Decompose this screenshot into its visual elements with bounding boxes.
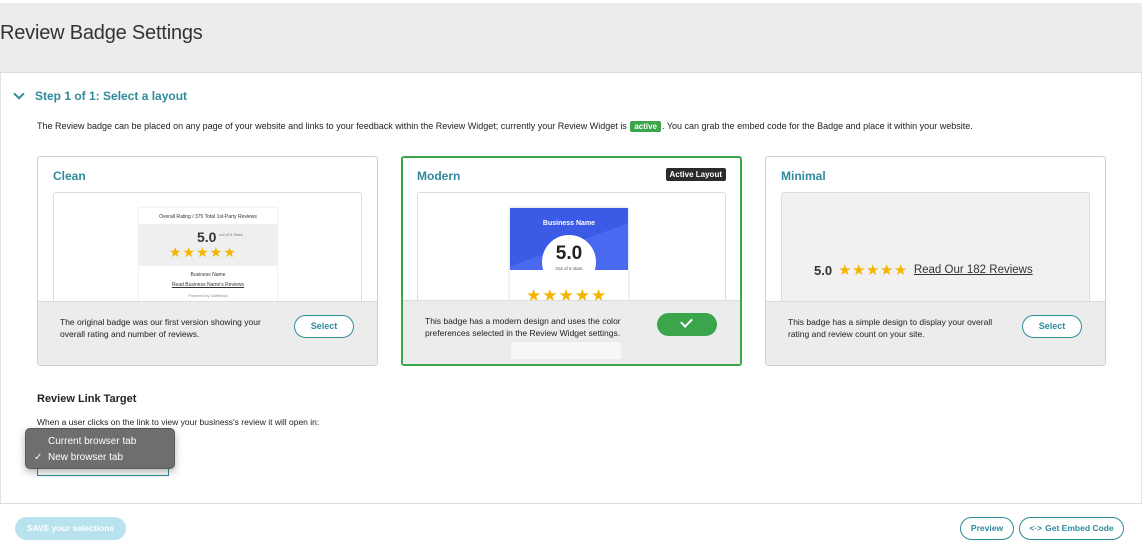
layout-preview-minimal: 5.0 ★★★★★ Read Our 182 Reviews xyxy=(781,192,1090,302)
checkmark-icon xyxy=(680,315,693,328)
status-badge: active xyxy=(630,121,661,132)
code-icon: <·> xyxy=(1029,523,1043,533)
save-selections-button[interactable]: SAVE your selections xyxy=(15,517,126,540)
layout-card-modern[interactable]: Modern Active Layout Business Name 5.0 O… xyxy=(401,156,742,366)
layout-footer: This badge has a simple design to displa… xyxy=(766,301,1105,365)
option-new-tab[interactable]: ✓ New browser tab xyxy=(26,451,174,467)
layout-title: Minimal xyxy=(781,169,826,183)
get-embed-code-button[interactable]: <·> Get Embed Code xyxy=(1019,517,1124,540)
select-minimal-button[interactable]: Select xyxy=(1022,315,1082,338)
ghost-element xyxy=(511,341,621,359)
layout-card-minimal[interactable]: Minimal 5.0 ★★★★★ Read Our 182 Reviews T… xyxy=(765,156,1106,366)
layout-description: The original badge was our first version… xyxy=(60,317,261,339)
review-link-title: Review Link Target xyxy=(37,393,137,405)
layout-preview-clean: Overall Rating / 375 Total 1st-Party Rev… xyxy=(53,192,362,302)
star-rating: ★★★★★ xyxy=(838,262,908,279)
layout-description: This badge has a simple design to displa… xyxy=(788,317,993,339)
layout-title: Clean xyxy=(53,169,86,183)
chevron-down-icon[interactable] xyxy=(13,88,25,100)
step-header[interactable]: Step 1 of 1: Select a layout xyxy=(13,88,188,103)
layout-description: This badge has a modern design and uses … xyxy=(425,316,621,338)
review-link-description: When a user clicks on the link to view y… xyxy=(37,417,320,427)
page-header: Review Badge Settings xyxy=(0,3,1142,73)
link-target-dropdown[interactable]: Current browser tab ✓ New browser tab xyxy=(25,428,175,469)
preview-button[interactable]: Preview xyxy=(960,517,1014,540)
select-clean-button[interactable]: Select xyxy=(294,315,354,338)
action-bar: SAVE your selections Preview <·> Get Embe… xyxy=(0,503,1142,553)
layout-preview-modern: Business Name 5.0 Out of 5 stars ★★★★★ xyxy=(417,192,726,302)
selected-modern-button[interactable] xyxy=(657,313,717,336)
minimal-badge-mockup: 5.0 ★★★★★ Read Our 182 Reviews xyxy=(814,262,1033,279)
layout-card-clean[interactable]: Clean Overall Rating / 375 Total 1st-Par… xyxy=(37,156,378,366)
step-title: Step 1 of 1: Select a layout xyxy=(35,89,188,103)
modern-badge-mockup: Business Name 5.0 Out of 5 stars ★★★★★ xyxy=(510,208,628,302)
clean-badge-mockup: Overall Rating / 375 Total 1st-Party Rev… xyxy=(139,208,277,302)
check-icon: ✓ xyxy=(34,452,43,463)
active-layout-tag: Active Layout xyxy=(665,168,726,181)
star-rating: ★★★★★ xyxy=(169,244,237,260)
settings-panel: Step 1 of 1: Select a layout The Review … xyxy=(0,73,1142,503)
layout-title: Modern xyxy=(417,169,461,183)
page-title: Review Badge Settings xyxy=(0,22,203,44)
layout-footer: The original badge was our first version… xyxy=(38,301,377,365)
option-current-tab[interactable]: Current browser tab xyxy=(26,435,174,451)
intro-text: The Review badge can be placed on any pa… xyxy=(37,121,973,132)
